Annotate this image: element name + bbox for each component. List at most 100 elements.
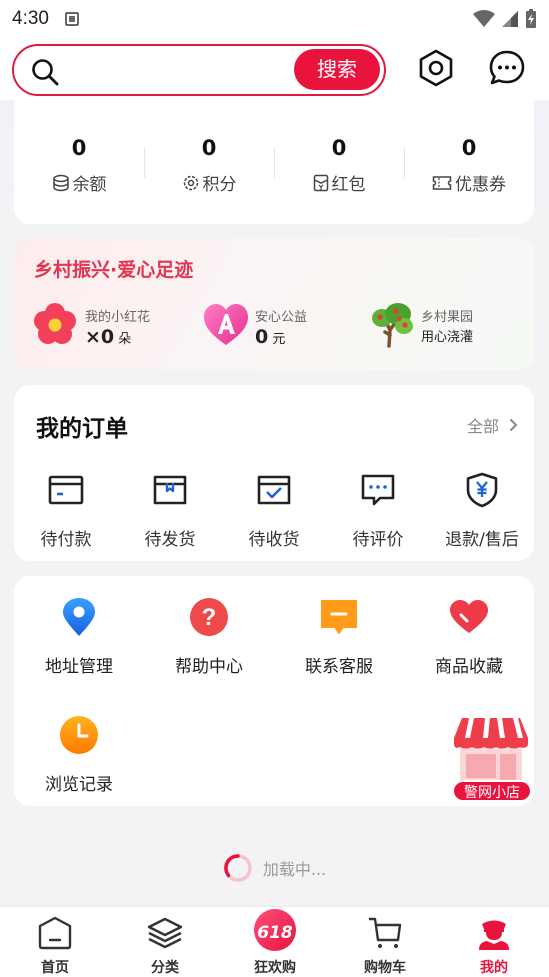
rural-title: 乡村振兴·爱心足迹 xyxy=(34,259,194,281)
tab-label: 购物车 xyxy=(364,960,406,976)
shield-yen-icon xyxy=(466,472,498,508)
service-label: 地址管理 xyxy=(45,657,113,677)
tab-bar: 首页 分类 618 狂欢购 购物车 我的 xyxy=(0,906,549,977)
comment-icon xyxy=(361,474,395,506)
orders-all-link[interactable]: 全部 xyxy=(467,413,518,437)
service-label: 帮助中心 xyxy=(175,657,243,677)
layers-icon xyxy=(147,917,183,949)
settings-hexagon-icon[interactable] xyxy=(417,48,455,88)
wallet-label: 优惠券 xyxy=(455,175,506,195)
heart-favorite-icon xyxy=(450,600,488,633)
orders-all-label: 全部 xyxy=(466,417,499,436)
order-label: 待付款 xyxy=(40,530,92,550)
search-input[interactable] xyxy=(70,54,290,84)
order-refund[interactable]: 退款/售后 xyxy=(430,471,534,550)
wallet-points[interactable]: 0 积分 xyxy=(144,136,274,195)
orders-title: 我的订单 xyxy=(36,416,128,442)
search-icon xyxy=(32,59,59,86)
home-icon xyxy=(38,916,72,950)
wallet-balance[interactable]: 0 余额 xyxy=(14,136,144,195)
tab-label: 狂欢购 xyxy=(254,960,296,976)
services-card: 地址管理 ? 帮助中心 联系客服 商品收藏 浏览记录 警网小店 xyxy=(14,576,534,806)
box-icon xyxy=(153,475,187,505)
rural-item-title: 我的小红花 xyxy=(85,310,151,325)
wallet-value: 0 xyxy=(461,136,477,160)
service-label: 联系客服 xyxy=(305,657,373,677)
header: 搜索 xyxy=(0,38,549,100)
service-customer-support[interactable]: 联系客服 xyxy=(274,596,404,677)
rural-item-value: 0 xyxy=(255,326,269,348)
wallet-label: 余额 xyxy=(72,175,107,195)
order-label: 退款/售后 xyxy=(445,530,519,550)
status-time: 4:30 xyxy=(12,8,49,29)
wifi-icon xyxy=(473,10,495,27)
tab-mine[interactable]: 我的 xyxy=(439,915,549,977)
order-pending-payment[interactable]: 待付款 xyxy=(14,471,118,550)
search-bar[interactable]: 搜索 xyxy=(12,44,386,96)
box-check-icon xyxy=(257,475,291,505)
signal-icon xyxy=(502,11,518,27)
order-label: 待收货 xyxy=(248,530,300,550)
service-label: 商品收藏 xyxy=(435,657,503,677)
status-indicators xyxy=(473,9,537,29)
help-icon: ? xyxy=(190,598,228,636)
wallet-coupon[interactable]: 0 优惠券 xyxy=(404,136,534,195)
wallet-value: 0 xyxy=(331,136,347,160)
promo-badge-text: 618 xyxy=(257,923,293,943)
loading-text: 加载中... xyxy=(262,860,327,879)
coupon-icon xyxy=(432,175,452,190)
wallet-card: 0 余额 0 积分 0 红包 0 优惠券 xyxy=(14,100,534,224)
order-pending-review[interactable]: 待评价 xyxy=(326,471,430,550)
tab-label: 我的 xyxy=(480,960,508,976)
rural-item-unit: 用心浇灌 xyxy=(421,330,474,345)
cart-icon xyxy=(369,917,402,948)
svg-text:?: ? xyxy=(202,604,217,631)
spinner-icon xyxy=(223,854,252,882)
location-pin-icon xyxy=(63,598,95,636)
promo-618-icon: 618 xyxy=(254,909,296,951)
rural-item-title: 乡村果园 xyxy=(421,310,474,325)
red-packet-icon xyxy=(313,174,328,191)
chat-service-icon xyxy=(321,600,357,634)
tab-promo[interactable]: 618 狂欢购 xyxy=(220,909,330,977)
service-help[interactable]: ? 帮助中心 xyxy=(144,596,274,677)
tab-label: 分类 xyxy=(151,960,179,976)
rural-item-value: 0 xyxy=(100,326,115,348)
message-icon[interactable] xyxy=(487,48,527,88)
tab-category[interactable]: 分类 xyxy=(110,915,220,977)
shop-label: 警网小店 xyxy=(452,780,532,802)
clock-icon xyxy=(60,716,98,754)
order-pending-shipment[interactable]: 待发货 xyxy=(118,471,222,550)
search-button[interactable]: 搜索 xyxy=(294,49,380,90)
tab-cart[interactable]: 购物车 xyxy=(330,915,440,977)
service-address[interactable]: 地址管理 xyxy=(14,596,144,677)
wallet-card-icon xyxy=(48,475,84,505)
user-police-icon xyxy=(479,920,509,950)
heart-a-icon xyxy=(204,304,248,345)
coins-icon xyxy=(52,174,69,191)
service-history[interactable]: 浏览记录 xyxy=(14,714,144,795)
wallet-label: 红包 xyxy=(331,175,366,195)
battery-icon xyxy=(526,9,536,28)
wallet-red-packet[interactable]: 0 红包 xyxy=(274,136,404,195)
service-favorites[interactable]: 商品收藏 xyxy=(404,596,534,677)
order-label: 待评价 xyxy=(352,530,404,550)
rural-card[interactable]: 乡村振兴·爱心足迹 我的小红花 ×0 朵 安心公益 0 元 乡村果园 用心浇灌 xyxy=(14,238,534,370)
order-pending-receipt[interactable]: 待收货 xyxy=(222,471,326,550)
wallet-value: 0 xyxy=(201,136,217,160)
orders-card: 我的订单 全部 待付款 待发货 待收货 待评价 退款/售后 xyxy=(14,385,534,561)
service-label: 浏览记录 xyxy=(45,775,113,795)
points-gear-icon xyxy=(183,175,198,190)
wallet-label: 积分 xyxy=(202,175,237,195)
order-label: 待发货 xyxy=(144,530,196,550)
chevron-right-icon xyxy=(509,418,518,432)
rural-item-unit: 朵 xyxy=(118,332,132,347)
status-bar: 4:30 xyxy=(0,0,549,38)
tab-label: 首页 xyxy=(41,960,69,976)
red-flower-icon xyxy=(34,303,76,344)
rural-item-title: 安心公益 xyxy=(255,310,308,325)
fruit-tree-icon xyxy=(372,303,413,348)
police-shop-button[interactable]: 警网小店 xyxy=(450,714,532,804)
wallet-value: 0 xyxy=(71,136,87,160)
tab-home[interactable]: 首页 xyxy=(0,915,110,977)
